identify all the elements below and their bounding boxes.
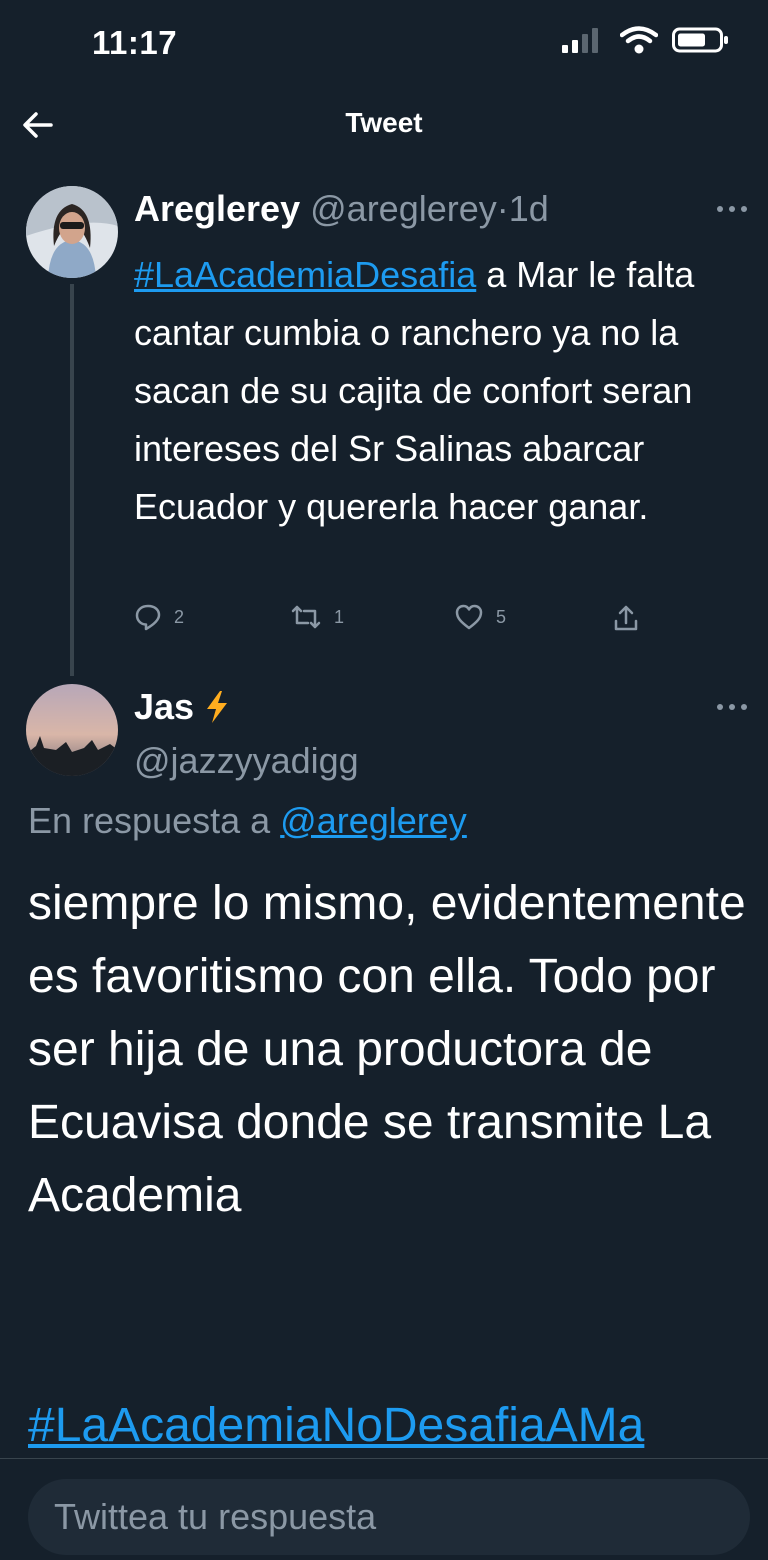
avatar[interactable] [26, 684, 118, 776]
heart-icon [455, 604, 483, 630]
retweet-icon [291, 605, 321, 629]
hashtag-link[interactable]: #LaAcademiaNoDesafiaAMa [28, 1398, 644, 1453]
lightning-icon [207, 691, 228, 723]
retweet-count: 1 [334, 606, 345, 627]
like-action[interactable]: 5 [454, 603, 506, 631]
tweet-body-text: siempre lo mismo, evidentemente es favor… [28, 877, 746, 1222]
author-name[interactable]: Areglerey [134, 188, 300, 229]
hashtag-link[interactable]: #LaAcademiaDesafia [134, 254, 476, 295]
reply-input[interactable] [28, 1479, 750, 1555]
tweet-header: Jas [134, 686, 230, 728]
reply-prefix: En respuesta a [28, 800, 271, 841]
battery-icon [672, 27, 728, 53]
more-options-icon[interactable] [714, 702, 750, 712]
tweet-text: #LaAcademiaDesafia a Mar le falta cantar… [134, 246, 759, 536]
tweet-actions: 2 1 5 [134, 603, 654, 643]
share-icon [614, 605, 638, 631]
page-title: Tweet [345, 107, 423, 138]
tweet-age: 1d [508, 188, 549, 229]
retweet-action[interactable]: 1 [290, 603, 344, 631]
cellular-signal-icon [562, 28, 598, 53]
separator-dot: · [496, 188, 509, 229]
author-name[interactable]: Jas [134, 686, 194, 728]
author-handle[interactable]: @jazzyyadigg [134, 740, 359, 782]
status-bar: 11:17 [0, 0, 768, 90]
reply-count: 2 [174, 606, 185, 627]
thread-connector [70, 284, 74, 676]
status-time: 11:17 [92, 24, 178, 61]
reply-action[interactable]: 2 [134, 603, 184, 631]
reply-context: En respuesta a @areglerey [28, 800, 467, 842]
navigation-bar: Tweet [0, 95, 768, 155]
more-options-icon[interactable] [714, 204, 750, 214]
mention-link[interactable]: @areglerey [280, 800, 467, 841]
share-action[interactable] [612, 603, 640, 633]
wifi-icon [620, 26, 658, 54]
reply-bar [0, 1458, 768, 1560]
avatar[interactable] [26, 186, 118, 278]
reply-icon [135, 604, 161, 631]
status-icons [562, 26, 730, 54]
tweet-header: Areglerey @areglerey·1d [134, 188, 549, 230]
like-count: 5 [496, 606, 507, 627]
author-handle[interactable]: @areglerey [310, 188, 497, 229]
